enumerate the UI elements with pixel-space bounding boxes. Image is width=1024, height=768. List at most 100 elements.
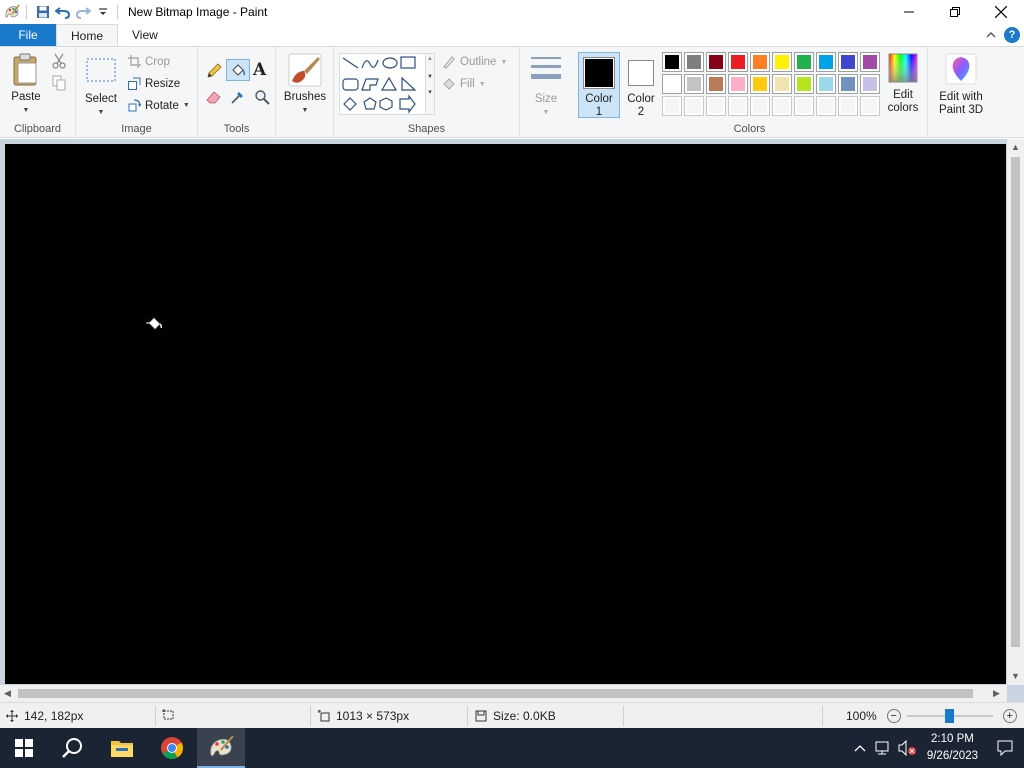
zoom-slider[interactable] xyxy=(906,709,993,723)
crop-button[interactable]: Crop xyxy=(128,55,170,68)
palette-swatch[interactable] xyxy=(860,52,880,72)
palette-swatch[interactable] xyxy=(772,96,792,116)
palette-swatch[interactable] xyxy=(772,52,792,72)
rotate-button[interactable]: Rotate ▼ xyxy=(128,99,190,112)
palette-swatch[interactable] xyxy=(750,96,770,116)
palette-swatch[interactable] xyxy=(816,74,836,94)
notifications-icon[interactable] xyxy=(986,728,1024,768)
zoom-slider-thumb[interactable] xyxy=(944,709,954,723)
chevron-up-icon[interactable] xyxy=(849,744,871,752)
palette-swatch[interactable] xyxy=(684,74,704,94)
pencil-icon[interactable] xyxy=(204,61,224,81)
ribbon-tabs: File Home View ? xyxy=(0,24,1024,46)
ribbon: Clipboard Paste ▼ Clipboard Select ▼ Cro… xyxy=(0,46,1024,138)
chevron-down-icon[interactable]: ▼ xyxy=(426,74,434,80)
vertical-scrollbar[interactable]: ▲ ▼ xyxy=(1007,139,1024,685)
palette-swatch[interactable] xyxy=(684,96,704,116)
scroll-right-icon[interactable]: ▶ xyxy=(993,688,1000,699)
palette-swatch-fill xyxy=(775,99,789,113)
outline-button[interactable]: Outline ▼ xyxy=(442,55,507,69)
color-picker-icon[interactable] xyxy=(228,87,248,107)
select-button[interactable]: Select ▼ xyxy=(82,57,120,119)
fill-button[interactable]: Fill ▼ xyxy=(442,77,486,91)
shapes-gallery-scroll[interactable]: ▲ ▼ ▾ xyxy=(425,53,435,115)
palette-swatch[interactable] xyxy=(684,52,704,72)
palette-swatch[interactable] xyxy=(728,74,748,94)
paste-button[interactable]: Clipboard Paste ▼ xyxy=(4,53,48,117)
tab-home[interactable]: Home xyxy=(56,24,119,46)
file-size-text: Size: 0.0KB xyxy=(493,709,556,723)
save-icon[interactable] xyxy=(33,2,53,22)
clock[interactable]: 2:10 PM 9/26/2023 xyxy=(919,731,986,765)
rotate-icon xyxy=(128,99,141,112)
palette-swatch[interactable] xyxy=(794,96,814,116)
select-label: Select xyxy=(85,93,117,105)
start-icon[interactable] xyxy=(0,728,48,768)
palette-swatch[interactable] xyxy=(794,52,814,72)
paint-icon[interactable] xyxy=(197,728,245,768)
chevron-up-icon[interactable]: ▲ xyxy=(426,56,434,62)
palette-swatch[interactable] xyxy=(706,96,726,116)
palette-swatch[interactable] xyxy=(728,52,748,72)
palette-swatch[interactable] xyxy=(662,52,682,72)
chevron-down-icon: ▼ xyxy=(301,107,309,114)
palette-swatch[interactable] xyxy=(706,74,726,94)
network-icon[interactable] xyxy=(871,741,895,755)
restore-button[interactable] xyxy=(932,0,978,24)
scroll-up-icon[interactable]: ▲ xyxy=(1011,142,1020,152)
palette-swatch[interactable] xyxy=(816,96,836,116)
scroll-down-icon[interactable]: ▼ xyxy=(1011,671,1020,681)
cut-button[interactable] xyxy=(52,53,66,72)
palette-swatch[interactable] xyxy=(662,96,682,116)
tab-view[interactable]: View xyxy=(118,24,172,46)
text-icon[interactable]: A xyxy=(253,60,266,80)
palette-swatch[interactable] xyxy=(860,74,880,94)
help-icon[interactable]: ? xyxy=(1004,27,1020,43)
resize-button[interactable]: Resize xyxy=(128,77,180,90)
color-palette xyxy=(662,52,882,118)
fill-bucket-icon[interactable] xyxy=(226,59,250,81)
paint-app-icon[interactable] xyxy=(2,2,22,22)
redo-icon[interactable] xyxy=(73,2,93,22)
palette-swatch[interactable] xyxy=(728,96,748,116)
edit-colors-button[interactable]: Edit colors xyxy=(882,53,924,115)
volume-muted-icon[interactable] xyxy=(895,740,919,756)
palette-swatch[interactable] xyxy=(816,52,836,72)
palette-swatch[interactable] xyxy=(838,74,858,94)
close-button[interactable] xyxy=(978,0,1024,24)
customize-qat-icon[interactable] xyxy=(93,2,113,22)
expand-gallery-icon[interactable]: ▾ xyxy=(426,88,434,96)
zoom-out-button[interactable]: − xyxy=(886,709,901,723)
palette-swatch[interactable] xyxy=(750,74,770,94)
palette-swatch[interactable] xyxy=(838,52,858,72)
size-button[interactable]: Size ▼ xyxy=(526,55,566,119)
drawing-canvas[interactable] xyxy=(5,144,1006,684)
shapes-group: ▲ ▼ ▾ Outline ▼ Fill ▼ Shapes xyxy=(334,47,520,138)
zoom-in-button[interactable]: + xyxy=(1002,709,1017,723)
chrome-icon[interactable] xyxy=(148,728,196,768)
horizontal-scrollbar[interactable]: ◀ ▶ xyxy=(0,685,1007,702)
palette-swatch[interactable] xyxy=(772,74,792,94)
copy-button[interactable] xyxy=(52,75,66,94)
palette-swatch[interactable] xyxy=(838,96,858,116)
undo-icon[interactable] xyxy=(53,2,73,22)
tab-file[interactable]: File xyxy=(0,24,56,46)
palette-swatch[interactable] xyxy=(860,96,880,116)
palette-swatch[interactable] xyxy=(750,52,770,72)
palette-swatch[interactable] xyxy=(662,74,682,94)
edit-with-paint3d-button[interactable]: Edit with Paint 3D xyxy=(932,53,990,117)
color2-button[interactable]: Color 2 xyxy=(622,53,660,119)
minimize-button[interactable] xyxy=(886,0,932,24)
palette-swatch[interactable] xyxy=(794,74,814,94)
scroll-left-icon[interactable]: ◀ xyxy=(4,688,11,699)
palette-swatch[interactable] xyxy=(706,52,726,72)
vertical-scroll-thumb[interactable] xyxy=(1011,157,1020,647)
file-explorer-icon[interactable] xyxy=(98,728,146,768)
collapse-ribbon-icon[interactable] xyxy=(986,28,996,42)
brushes-button[interactable]: Brushes ▼ xyxy=(282,53,328,117)
search-icon[interactable] xyxy=(48,728,96,768)
horizontal-scroll-thumb[interactable] xyxy=(18,689,973,698)
color1-button[interactable]: Color 1 xyxy=(578,52,620,118)
magnifier-icon[interactable] xyxy=(252,87,272,107)
eraser-icon[interactable] xyxy=(204,87,224,107)
